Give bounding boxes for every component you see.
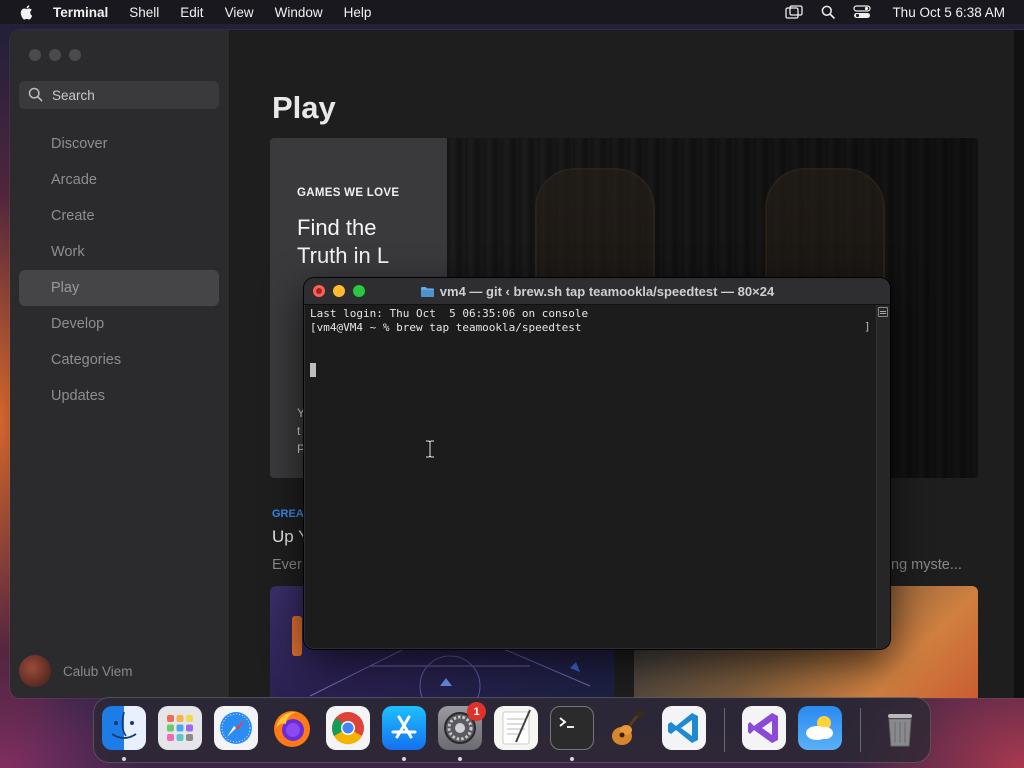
control-center-icon[interactable] (852, 4, 872, 20)
launchpad-icon[interactable] (158, 706, 202, 750)
sidebar-item-work[interactable]: Work (19, 234, 219, 270)
terminal-line: Last login: Thu Oct 5 06:35:06 on consol… (310, 307, 589, 320)
search-placeholder: Search (52, 87, 95, 103)
search-icon[interactable] (818, 4, 838, 20)
app-store-sidebar: Search Discover Arcade Create Work Play … (10, 30, 230, 698)
section-subtitle: Ever (272, 557, 302, 573)
sidebar-item-categories[interactable]: Categories (19, 342, 219, 378)
zoom-button[interactable] (69, 49, 81, 61)
terminal-line: [vm4@VM4 ~ % brew tap teamookla/speedtes… (310, 321, 582, 334)
safari-icon[interactable] (214, 706, 258, 750)
minimize-button[interactable] (49, 49, 61, 61)
sidebar-item-label: Develop (51, 316, 105, 332)
sidebar-item-label: Updates (51, 388, 106, 404)
window-controls (29, 49, 81, 61)
sidebar-item-arcade[interactable]: Arcade (19, 162, 219, 198)
menu-view[interactable]: View (225, 5, 254, 20)
dock-separator (860, 708, 861, 752)
visual-studio-icon[interactable] (742, 706, 786, 750)
running-indicator (402, 757, 406, 761)
app-store-icon[interactable] (382, 706, 426, 750)
sidebar-item-develop[interactable]: Develop (19, 306, 219, 342)
close-button[interactable] (29, 49, 41, 61)
folder-icon (420, 286, 435, 298)
vscode-icon[interactable] (662, 706, 706, 750)
terminal-icon[interactable] (550, 706, 594, 750)
menu-help[interactable]: Help (344, 5, 372, 20)
menu-shell[interactable]: Shell (129, 5, 159, 20)
dock (93, 697, 931, 763)
apple-menu-icon[interactable] (19, 4, 33, 20)
sidebar-item-play[interactable]: Play (19, 270, 219, 306)
text-cursor-icon (425, 439, 435, 459)
menu-app-name[interactable]: Terminal (53, 5, 108, 20)
sidebar-item-label: Work (51, 244, 85, 260)
firefox-icon[interactable] (270, 706, 314, 750)
running-indicator (570, 757, 574, 761)
terminal-window[interactable]: vm4 — git ‹ brew.sh tap teamookla/speedt… (304, 278, 890, 649)
user-account[interactable]: Calub Viem (19, 654, 133, 688)
notification-badge: 1 (467, 702, 486, 721)
user-name: Calub Viem (63, 663, 133, 679)
terminal-title: vm4 — git ‹ brew.sh tap teamookla/speedt… (304, 278, 890, 305)
menu-edit[interactable]: Edit (180, 5, 203, 20)
terminal-title-text: vm4 — git ‹ brew.sh tap teamookla/speedt… (439, 284, 775, 299)
search-icon (28, 87, 44, 103)
garageband-icon[interactable] (606, 706, 650, 750)
sidebar-item-label: Categories (51, 352, 122, 368)
terminal-scrollbar[interactable] (876, 305, 890, 649)
sidebar-nav: Discover Arcade Create Work Play Develop… (19, 126, 219, 414)
window-edge (1014, 30, 1024, 698)
sidebar-item-label: Play (51, 280, 80, 296)
featured-headline: Find the Truth in L (297, 215, 390, 268)
chrome-icon[interactable] (326, 706, 370, 750)
sidebar-item-updates[interactable]: Updates (19, 378, 219, 414)
terminal-line-marker: ] (864, 320, 871, 333)
menu-clock[interactable]: Thu Oct 5 6:38 AM (892, 5, 1005, 20)
window-manager-icon[interactable] (784, 4, 804, 20)
search-input[interactable]: Search (19, 81, 219, 109)
terminal-titlebar[interactable]: vm4 — git ‹ brew.sh tap teamookla/speedt… (304, 278, 890, 305)
running-indicator (122, 757, 126, 761)
page-title: Play (272, 90, 336, 125)
featured-eyebrow: GAMES WE LOVE (297, 187, 400, 199)
finder-icon[interactable] (102, 706, 146, 750)
section-right-subtitle: ng myste... (891, 557, 962, 573)
terminal-cursor (310, 363, 316, 377)
trash-icon[interactable] (878, 706, 922, 750)
avatar (19, 655, 51, 687)
running-indicator (458, 757, 462, 761)
sidebar-item-label: Arcade (51, 172, 97, 188)
sidebar-item-label: Create (51, 208, 95, 224)
menu-window[interactable]: Window (275, 5, 323, 20)
sidebar-item-discover[interactable]: Discover (19, 126, 219, 162)
terminal-content[interactable]: Last login: Thu Oct 5 06:35:06 on consol… (304, 305, 890, 649)
textedit-icon[interactable] (494, 706, 538, 750)
sidebar-item-create[interactable]: Create (19, 198, 219, 234)
scroll-split-icon[interactable] (878, 307, 888, 317)
menu-bar: Terminal Shell Edit View Window Help Thu… (0, 0, 1024, 24)
dock-separator (724, 708, 725, 752)
sidebar-item-label: Discover (51, 136, 108, 152)
weather-icon[interactable] (798, 706, 842, 750)
